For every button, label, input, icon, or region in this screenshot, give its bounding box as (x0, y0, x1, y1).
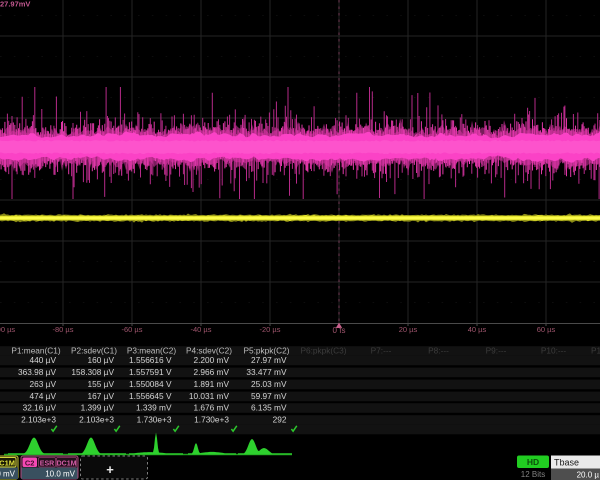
svg-text:1.730e+3: 1.730e+3 (194, 415, 229, 425)
svg-text:1.730e+3: 1.730e+3 (137, 415, 172, 425)
svg-text:1.550084 V: 1.550084 V (129, 379, 172, 389)
svg-text:ESR: ESR (40, 461, 54, 468)
svg-text:P1:mean(C1): P1:mean(C1) (11, 346, 61, 356)
svg-text:1.556616 V: 1.556616 V (129, 355, 172, 365)
svg-text:Tbase: Tbase (554, 458, 579, 468)
svg-text:-40 µs: -40 µs (191, 325, 212, 334)
svg-text:6.135 mV: 6.135 mV (251, 403, 287, 413)
svg-text:DC1M: DC1M (0, 459, 15, 468)
svg-text:-80 µs: -80 µs (53, 325, 74, 334)
svg-text:P7:---: P7:--- (371, 346, 392, 356)
svg-text:33.477 mV: 33.477 mV (246, 367, 287, 377)
svg-text:12 Bits: 12 Bits (521, 470, 545, 479)
svg-text:40 µs: 40 µs (468, 325, 487, 334)
svg-text:440 µV: 440 µV (30, 355, 57, 365)
svg-text:1.676 mV: 1.676 mV (193, 403, 229, 413)
svg-text:P2:sdev(C1): P2:sdev(C1) (71, 346, 117, 356)
svg-text:27.97 mV: 27.97 mV (251, 355, 287, 365)
svg-text:P8:---: P8:--- (428, 346, 449, 356)
svg-text:P10:---: P10:--- (541, 346, 567, 356)
svg-text:P4:sdev(C2): P4:sdev(C2) (186, 346, 232, 356)
svg-text:P1: P1 (591, 346, 600, 356)
svg-text:292: 292 (273, 415, 287, 425)
svg-text:P5:pkpk(C2): P5:pkpk(C2) (243, 346, 289, 356)
svg-text:1.557591 V: 1.557591 V (129, 367, 172, 377)
svg-text:0 mV: 0 mV (0, 470, 16, 479)
svg-text:-60 µs: -60 µs (122, 325, 143, 334)
svg-text:60 µs: 60 µs (537, 325, 556, 334)
svg-text:474 µV: 474 µV (30, 391, 57, 401)
svg-text:-100 µs: -100 µs (0, 325, 15, 334)
svg-text:25.03 mV: 25.03 mV (251, 379, 287, 389)
svg-text:2.966 mV: 2.966 mV (193, 367, 229, 377)
svg-text:0 fs: 0 fs (333, 326, 346, 335)
svg-text:20 µs: 20 µs (399, 325, 418, 334)
svg-text:1.556645 V: 1.556645 V (129, 391, 172, 401)
svg-text:HD: HD (527, 457, 539, 467)
svg-text:32.16 µV: 32.16 µV (23, 403, 57, 413)
svg-text:10.031 mV: 10.031 mV (189, 391, 230, 401)
svg-text:160 µV: 160 µV (88, 355, 115, 365)
svg-text:167 µV: 167 µV (88, 391, 115, 401)
svg-text:1.339 mV: 1.339 mV (136, 403, 172, 413)
svg-text:1.399 µV: 1.399 µV (81, 403, 115, 413)
svg-text:59.97 mV: 59.97 mV (251, 391, 287, 401)
svg-text:10.0 mV: 10.0 mV (45, 470, 75, 479)
svg-text:DC1M: DC1M (57, 461, 77, 468)
svg-text:-20 µs: -20 µs (260, 325, 281, 334)
svg-text:20.0 µ: 20.0 µ (577, 471, 600, 480)
svg-text:155 µV: 155 µV (88, 379, 115, 389)
svg-text:2.103e+3: 2.103e+3 (21, 415, 56, 425)
svg-text:P9:---: P9:--- (486, 346, 507, 356)
svg-text:P6:pkpk(C3): P6:pkpk(C3) (300, 346, 346, 356)
svg-text:1.891 mV: 1.891 mV (193, 379, 229, 389)
svg-text:2.200 mV: 2.200 mV (193, 355, 229, 365)
svg-text:C2: C2 (25, 459, 35, 468)
svg-text:+: + (106, 462, 114, 477)
svg-text:263 µV: 263 µV (30, 379, 57, 389)
svg-text:27.97mV: 27.97mV (0, 0, 30, 9)
svg-text:P3:mean(C2): P3:mean(C2) (127, 346, 177, 356)
svg-text:2.103e+3: 2.103e+3 (79, 415, 114, 425)
svg-text:363.98 µV: 363.98 µV (18, 367, 56, 377)
svg-text:158.308 µV: 158.308 µV (71, 367, 114, 377)
